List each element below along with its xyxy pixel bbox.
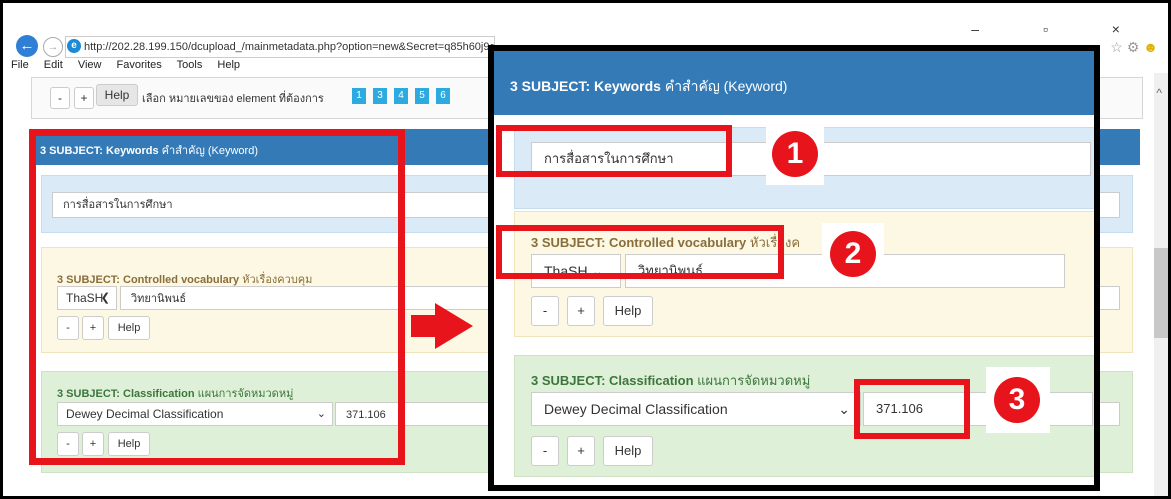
zoom-cl-plus-button[interactable]: + bbox=[567, 436, 595, 466]
highlight-box-3 bbox=[854, 379, 970, 439]
zoom-cl-minus-button[interactable]: - bbox=[531, 436, 559, 466]
highlight-frame-left bbox=[29, 129, 405, 465]
zoom-keywords-header: 3 SUBJECT: Keywords คำสำคัญ (Keyword) bbox=[494, 51, 1094, 115]
screenshot-frame: ← → http://202.28.199.150/dcupload_/main… bbox=[3, 3, 1168, 496]
zoom-keywords-title-bold: 3 SUBJECT: Keywords bbox=[510, 78, 661, 94]
zoom-cl-title: 3 SUBJECT: Classification แผนการจัดหมวดห… bbox=[531, 370, 810, 391]
zoom-keywords-title: 3 SUBJECT: Keywords คำสำคัญ (Keyword) bbox=[510, 76, 787, 98]
zoom-callout: 3 SUBJECT: Keywords คำสำคัญ (Keyword) กา… bbox=[488, 45, 1100, 491]
badge-1: 1 bbox=[772, 131, 818, 177]
zoom-cl-title-bold: 3 SUBJECT: Classification bbox=[531, 373, 694, 388]
zoom-cl-help-button[interactable]: Help bbox=[603, 436, 653, 466]
toolbar-plus-button[interactable]: + bbox=[74, 87, 94, 109]
address-bar[interactable]: http://202.28.199.150/dcupload_/mainmeta… bbox=[65, 36, 495, 58]
zoom-cv-minus-button[interactable]: - bbox=[531, 296, 559, 326]
badge-3: 3 bbox=[994, 377, 1040, 423]
element-number-list: 13456 bbox=[352, 85, 457, 104]
menu-file[interactable]: File bbox=[11, 59, 29, 71]
menu-tools[interactable]: Tools bbox=[177, 59, 203, 71]
zoom-cv-plus-button[interactable]: + bbox=[567, 296, 595, 326]
toolbar-instruction: เลือก หมายเลขของ element ที่ต้องการ bbox=[142, 93, 324, 105]
zoom-cl-title-thai: แผนการจัดหมวดหมู่ bbox=[697, 373, 811, 388]
menu-view[interactable]: View bbox=[78, 59, 102, 71]
toolbar-help-button[interactable]: Help bbox=[96, 84, 138, 106]
highlight-box-2 bbox=[496, 225, 784, 279]
vertical-scrollbar[interactable] bbox=[1154, 73, 1168, 496]
badge-2: 2 bbox=[830, 231, 876, 277]
zoom-keywords-title-thai: คำสำคัญ (Keyword) bbox=[664, 78, 788, 94]
toolbar-minus-button[interactable]: - bbox=[50, 87, 70, 109]
back-arrow-icon[interactable]: ← bbox=[16, 35, 38, 57]
menu-favorites[interactable]: Favorites bbox=[117, 59, 162, 71]
zoom-cv-help-button[interactable]: Help bbox=[603, 296, 653, 326]
forward-arrow-icon[interactable]: → bbox=[43, 37, 63, 57]
ie-logo-icon: e bbox=[67, 39, 81, 53]
element-number-1[interactable]: 1 bbox=[352, 88, 366, 104]
menu-help[interactable]: Help bbox=[217, 59, 240, 71]
menu-edit[interactable]: Edit bbox=[44, 59, 63, 71]
element-number-5[interactable]: 5 bbox=[415, 88, 429, 104]
element-number-6[interactable]: 6 bbox=[436, 88, 450, 104]
scroll-up-icon[interactable]: ^ bbox=[1156, 86, 1162, 100]
zoom-cl-scheme-select[interactable]: Dewey Decimal Classification ⌄ bbox=[531, 392, 861, 426]
favorites-star-icon[interactable]: ☆ ⚙ bbox=[1110, 39, 1139, 55]
toolbar-icons[interactable]: ☆ ⚙ ☻ bbox=[1110, 39, 1158, 56]
chevron-down-icon: ⌄ bbox=[838, 401, 850, 417]
scrollbar-thumb[interactable] bbox=[1154, 248, 1168, 338]
window-controls[interactable]: – ▫ × bbox=[971, 21, 1150, 37]
menu-bar: File Edit View Favorites Tools Help bbox=[11, 59, 252, 71]
zoom-cl-scheme-value: Dewey Decimal Classification bbox=[544, 401, 728, 417]
smiley-icon[interactable]: ☻ bbox=[1143, 39, 1158, 55]
element-number-4[interactable]: 4 bbox=[394, 88, 408, 104]
highlight-box-1 bbox=[496, 125, 732, 177]
element-number-3[interactable]: 3 bbox=[373, 88, 387, 104]
